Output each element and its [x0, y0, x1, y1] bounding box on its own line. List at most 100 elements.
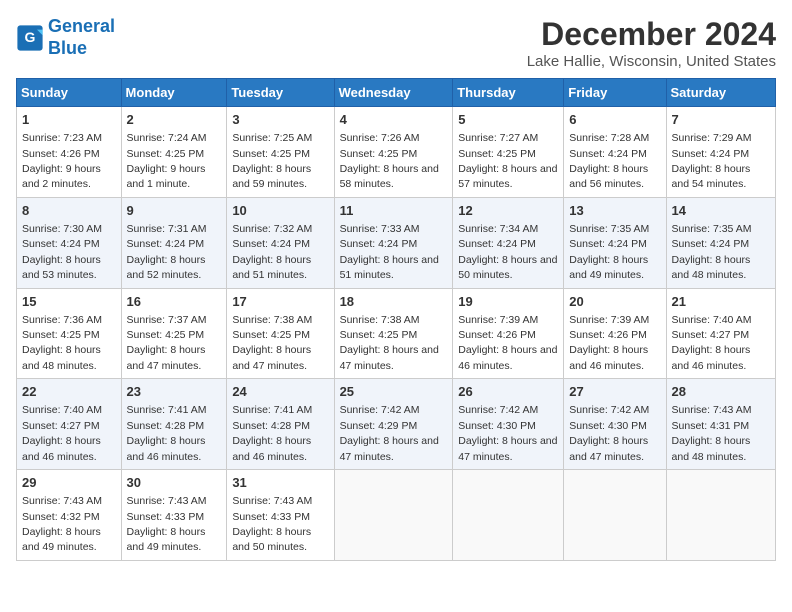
column-header-sunday: Sunday: [17, 79, 122, 107]
daylight-text: Daylight: 8 hours and 46 minutes.: [458, 344, 557, 371]
calendar-cell: 23Sunrise: 7:41 AMSunset: 4:28 PMDayligh…: [121, 379, 227, 470]
daylight-text: Daylight: 8 hours and 53 minutes.: [22, 254, 101, 281]
logo-text-line2: Blue: [48, 38, 115, 60]
calendar-cell: 13Sunrise: 7:35 AMSunset: 4:24 PMDayligh…: [564, 197, 666, 288]
calendar-cell: 2Sunrise: 7:24 AMSunset: 4:25 PMDaylight…: [121, 107, 227, 198]
daylight-text: Daylight: 8 hours and 46 minutes.: [127, 435, 206, 462]
daylight-text: Daylight: 8 hours and 58 minutes.: [340, 163, 439, 190]
calendar-cell: 7Sunrise: 7:29 AMSunset: 4:24 PMDaylight…: [666, 107, 775, 198]
calendar-cell: 27Sunrise: 7:42 AMSunset: 4:30 PMDayligh…: [564, 379, 666, 470]
sunset-text: Sunset: 4:25 PM: [232, 329, 310, 341]
day-number: 20: [569, 293, 660, 311]
sunset-text: Sunset: 4:28 PM: [232, 420, 310, 432]
calendar-cell: 5Sunrise: 7:27 AMSunset: 4:25 PMDaylight…: [453, 107, 564, 198]
day-number: 18: [340, 293, 448, 311]
sunrise-text: Sunrise: 7:35 AM: [672, 223, 752, 235]
daylight-text: Daylight: 8 hours and 56 minutes.: [569, 163, 648, 190]
daylight-text: Daylight: 8 hours and 52 minutes.: [127, 254, 206, 281]
daylight-text: Daylight: 8 hours and 47 minutes.: [569, 435, 648, 462]
day-number: 31: [232, 474, 328, 492]
sunrise-text: Sunrise: 7:32 AM: [232, 223, 312, 235]
sunset-text: Sunset: 4:31 PM: [672, 420, 750, 432]
day-number: 26: [458, 383, 558, 401]
day-number: 9: [127, 202, 222, 220]
column-header-friday: Friday: [564, 79, 666, 107]
sunrise-text: Sunrise: 7:40 AM: [672, 314, 752, 326]
daylight-text: Daylight: 8 hours and 57 minutes.: [458, 163, 557, 190]
daylight-text: Daylight: 8 hours and 54 minutes.: [672, 163, 751, 190]
calendar-cell: 29Sunrise: 7:43 AMSunset: 4:32 PMDayligh…: [17, 470, 122, 561]
calendar-cell: 22Sunrise: 7:40 AMSunset: 4:27 PMDayligh…: [17, 379, 122, 470]
calendar-cell: 14Sunrise: 7:35 AMSunset: 4:24 PMDayligh…: [666, 197, 775, 288]
daylight-text: Daylight: 8 hours and 59 minutes.: [232, 163, 311, 190]
title-area: December 2024 Lake Hallie, Wisconsin, Un…: [527, 16, 776, 70]
sunset-text: Sunset: 4:24 PM: [22, 238, 100, 250]
day-number: 6: [569, 111, 660, 129]
sunrise-text: Sunrise: 7:35 AM: [569, 223, 649, 235]
sunrise-text: Sunrise: 7:26 AM: [340, 132, 420, 144]
column-header-saturday: Saturday: [666, 79, 775, 107]
day-number: 12: [458, 202, 558, 220]
day-number: 28: [672, 383, 770, 401]
day-number: 10: [232, 202, 328, 220]
week-row-4: 22 Sunrise: 7:40 AM Sunset: 4:27 PM Dayligh…: [17, 379, 776, 470]
sunrise-text: Sunrise: 7:24 AM: [127, 132, 207, 144]
calendar-cell: 18Sunrise: 7:38 AMSunset: 4:25 PMDayligh…: [334, 288, 453, 379]
calendar-cell: 31Sunrise: 7:43 AMSunset: 4:33 PMDayligh…: [227, 470, 334, 561]
sunset-text: Sunset: 4:24 PM: [569, 148, 647, 160]
calendar-cell: 12Sunrise: 7:34 AMSunset: 4:24 PMDayligh…: [453, 197, 564, 288]
week-row-2: 8Sunrise: 7:30 AMSunset: 4:24 PMDaylight…: [17, 197, 776, 288]
calendar-cell: 26Sunrise: 7:42 AMSunset: 4:30 PMDayligh…: [453, 379, 564, 470]
sunrise-text: Sunrise: 7:23 AM: [22, 132, 102, 144]
calendar-cell: 8Sunrise: 7:30 AMSunset: 4:24 PMDaylight…: [17, 197, 122, 288]
calendar-cell: 6 Sunrise: 7:28 AM Sunset: 4:24 PM Daylight…: [564, 107, 666, 198]
day-number: 19: [458, 293, 558, 311]
daylight-text: Daylight: 8 hours and 48 minutes.: [672, 254, 751, 281]
day-number: 2: [127, 111, 222, 129]
sunrise-text: Sunrise: 7:29 AM: [672, 132, 752, 144]
sunset-text: Sunset: 4:30 PM: [569, 420, 647, 432]
day-number: 21: [672, 293, 770, 311]
day-number: 24: [232, 383, 328, 401]
sunrise-text: Sunrise: 7:28 AM: [569, 132, 649, 144]
sunrise-text: Sunrise: 7:31 AM: [127, 223, 207, 235]
sunrise-text: Sunrise: 7:43 AM: [232, 495, 312, 507]
week-row-5: 29Sunrise: 7:43 AMSunset: 4:32 PMDayligh…: [17, 470, 776, 561]
calendar-cell: 30Sunrise: 7:43 AMSunset: 4:33 PMDayligh…: [121, 470, 227, 561]
daylight-text: Daylight: 8 hours and 46 minutes.: [232, 435, 311, 462]
calendar-cell: 17Sunrise: 7:38 AMSunset: 4:25 PMDayligh…: [227, 288, 334, 379]
sunset-text: Sunset: 4:26 PM: [458, 329, 536, 341]
sunrise-text: Sunrise: 7:33 AM: [340, 223, 420, 235]
sunset-text: Sunset: 4:24 PM: [340, 238, 418, 250]
daylight-text: Daylight: 8 hours and 47 minutes.: [340, 435, 439, 462]
calendar-cell: [666, 470, 775, 561]
daylight-text: Daylight: 8 hours and 47 minutes.: [127, 344, 206, 371]
sunrise-text: Sunrise: 7:42 AM: [340, 404, 420, 416]
daylight-text: Daylight: 9 hours and 1 minute.: [127, 163, 206, 190]
sunrise-text: Sunrise: 7:34 AM: [458, 223, 538, 235]
sunrise-text: Sunrise: 7:25 AM: [232, 132, 312, 144]
sunrise-text: Sunrise: 7:43 AM: [22, 495, 102, 507]
sunset-text: Sunset: 4:25 PM: [458, 148, 536, 160]
sunset-text: Sunset: 4:30 PM: [458, 420, 536, 432]
calendar-cell: [334, 470, 453, 561]
sunset-text: Sunset: 4:25 PM: [340, 329, 418, 341]
daylight-text: Daylight: 9 hours and 2 minutes.: [22, 163, 101, 190]
sunset-text: Sunset: 4:27 PM: [22, 420, 100, 432]
day-number: 23: [127, 383, 222, 401]
sunrise-text: Sunrise: 7:40 AM: [22, 404, 102, 416]
sunrise-text: Sunrise: 7:42 AM: [458, 404, 538, 416]
sunrise-text: Sunrise: 7:39 AM: [458, 314, 538, 326]
day-number: 4: [340, 111, 448, 129]
day-number: 1: [22, 111, 116, 129]
day-number: 5: [458, 111, 558, 129]
column-header-tuesday: Tuesday: [227, 79, 334, 107]
calendar-cell: 28Sunrise: 7:43 AMSunset: 4:31 PMDayligh…: [666, 379, 775, 470]
sunset-text: Sunset: 4:24 PM: [672, 238, 750, 250]
calendar-cell: [564, 470, 666, 561]
sunset-text: Sunset: 4:26 PM: [22, 148, 100, 160]
day-number: 8: [22, 202, 116, 220]
day-number: 22: [22, 383, 116, 401]
sunset-text: Sunset: 4:26 PM: [569, 329, 647, 341]
day-number: 3: [232, 111, 328, 129]
